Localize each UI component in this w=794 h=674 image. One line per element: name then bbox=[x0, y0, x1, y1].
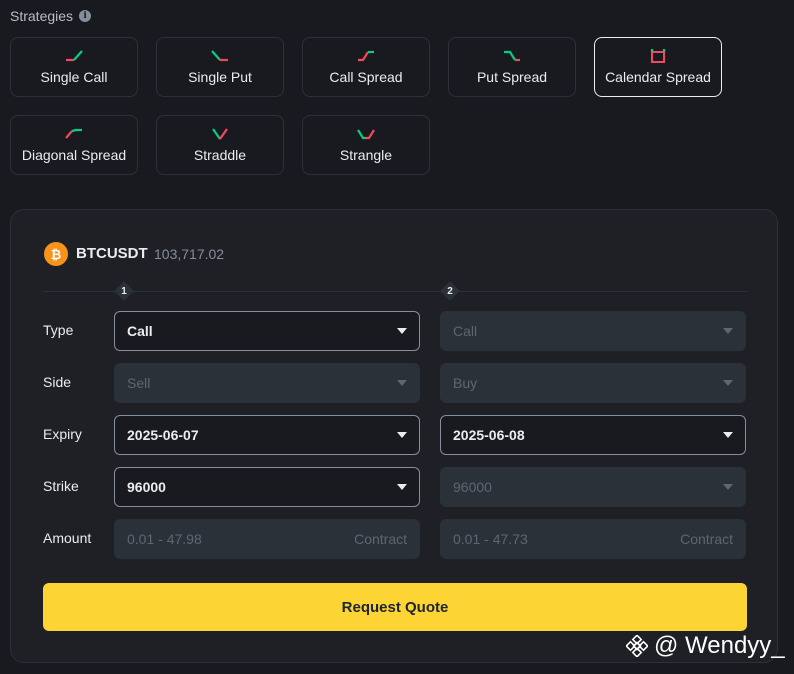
instrument-price: 103,717.02 bbox=[154, 246, 225, 262]
strike-label: Strike bbox=[43, 478, 79, 494]
leg2-expiry-select[interactable]: 2025-06-08 bbox=[440, 415, 746, 455]
leg2-expiry-value: 2025-06-08 bbox=[453, 427, 525, 443]
strategies-title: Strategies bbox=[10, 8, 74, 24]
leg2-type-value: Call bbox=[453, 323, 478, 339]
strategy-diagonal-spread-button[interactable]: Diagonal Spread bbox=[10, 115, 138, 175]
strategy-label: Single Put bbox=[188, 69, 252, 85]
leg2-type-select: Call bbox=[440, 311, 746, 351]
leg1-expiry-value: 2025-06-07 bbox=[127, 427, 199, 443]
leg1-strike-select[interactable]: 96000 bbox=[114, 467, 420, 507]
instrument-symbol: BTCUSDT bbox=[76, 245, 148, 262]
strategy-single-call-button[interactable]: Single Call bbox=[10, 37, 138, 97]
watermark: @ Wendyy_ bbox=[626, 632, 785, 660]
strategy-call-spread-button[interactable]: Call Spread bbox=[302, 37, 430, 97]
chevron-down-icon bbox=[397, 484, 407, 490]
strategy-label: Diagonal Spread bbox=[21, 147, 127, 163]
leg2-strike-select: 96000 bbox=[440, 467, 746, 507]
strangle-icon bbox=[357, 129, 375, 140]
leg2-amount-placeholder: 0.01 - 47.73 bbox=[453, 531, 528, 547]
divider bbox=[43, 291, 747, 292]
leg1-strike-value: 96000 bbox=[127, 479, 166, 495]
side-label: Side bbox=[43, 374, 72, 390]
chevron-down-icon bbox=[723, 432, 733, 438]
leg1-amount-input[interactable]: 0.01 - 47.98 Contract bbox=[114, 519, 420, 559]
chevron-down-icon bbox=[723, 380, 733, 386]
strategy-strangle-button[interactable]: Strangle bbox=[302, 115, 430, 175]
info-icon[interactable]: i bbox=[79, 10, 92, 22]
leg2-side-value: Buy bbox=[453, 375, 478, 391]
strategy-label: Call Spread bbox=[329, 69, 403, 85]
binance-logo-icon bbox=[626, 635, 648, 657]
strategy-label: Straddle bbox=[193, 147, 247, 163]
type-label: Type bbox=[43, 322, 74, 338]
strategy-put-spread-button[interactable]: Put Spread bbox=[448, 37, 576, 97]
strategy-label: Put Spread bbox=[476, 69, 548, 85]
call-spread-icon bbox=[358, 50, 374, 62]
leg1-side-value: Sell bbox=[127, 375, 151, 391]
amount-label: Amount bbox=[43, 530, 92, 546]
leg2-amount-unit: Contract bbox=[680, 531, 733, 547]
watermark-text: @ Wendyy_ bbox=[654, 632, 785, 659]
strategy-label: Calendar Spread bbox=[605, 69, 711, 85]
strategy-single-put-button[interactable]: Single Put bbox=[156, 37, 284, 97]
request-quote-button[interactable]: Request Quote bbox=[43, 583, 747, 631]
expiry-label: Expiry bbox=[43, 426, 82, 442]
leg2-side-select: Buy bbox=[440, 363, 746, 403]
leg2-amount-input[interactable]: 0.01 - 47.73 Contract bbox=[440, 519, 746, 559]
leg1-type-select[interactable]: Call bbox=[114, 311, 420, 351]
leg1-side-select: Sell bbox=[114, 363, 420, 403]
strategy-label: Single Call bbox=[40, 69, 108, 85]
leg1-type-value: Call bbox=[127, 323, 153, 339]
leg2-strike-value: 96000 bbox=[453, 479, 492, 495]
chevron-down-icon bbox=[397, 432, 407, 438]
strategy-calendar-spread-button[interactable]: Calendar Spread bbox=[594, 37, 722, 97]
put-spread-icon bbox=[504, 50, 520, 62]
leg-1-marker: 1 bbox=[114, 281, 134, 301]
strategy-label: Strangle bbox=[339, 147, 393, 163]
single-call-icon bbox=[66, 50, 83, 62]
calendar-spread-icon bbox=[650, 49, 666, 63]
leg1-expiry-select[interactable]: 2025-06-07 bbox=[114, 415, 420, 455]
bitcoin-icon: ₿ bbox=[44, 242, 68, 266]
order-panel: ₿ BTCUSDT 103,717.02 1 2 Type Side Expir… bbox=[10, 209, 778, 663]
chevron-down-icon bbox=[397, 380, 407, 386]
leg1-amount-placeholder: 0.01 - 47.98 bbox=[127, 531, 202, 547]
chevron-down-icon bbox=[723, 484, 733, 490]
diagonal-spread-icon bbox=[65, 128, 82, 139]
strategies-header: Strategies i bbox=[10, 8, 92, 24]
single-put-icon bbox=[211, 50, 228, 62]
straddle-icon bbox=[212, 128, 228, 140]
strategy-straddle-button[interactable]: Straddle bbox=[156, 115, 284, 175]
chevron-down-icon bbox=[723, 328, 733, 334]
leg-2-marker: 2 bbox=[440, 281, 460, 301]
chevron-down-icon bbox=[397, 328, 407, 334]
leg1-amount-unit: Contract bbox=[354, 531, 407, 547]
